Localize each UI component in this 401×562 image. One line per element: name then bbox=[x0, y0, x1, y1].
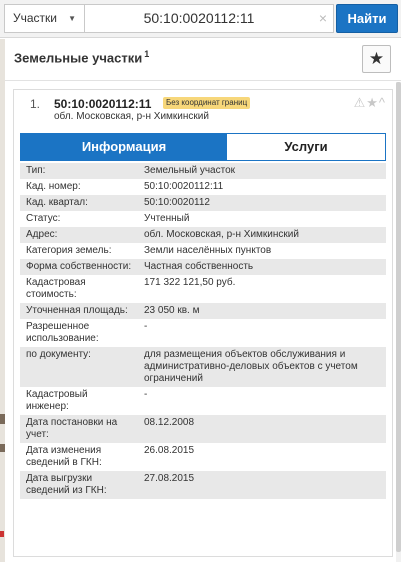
row-label: Тип: bbox=[20, 163, 138, 179]
map-mark bbox=[0, 444, 5, 452]
map-mark bbox=[0, 414, 5, 424]
row-label: по документу: bbox=[20, 347, 138, 387]
table-row: Дата выгрузки сведений из ГКН: 27.08.2015 bbox=[20, 471, 386, 499]
tab-services[interactable]: Услуги bbox=[227, 134, 385, 160]
result-count: 1 bbox=[144, 49, 150, 59]
table-row: Кад. номер: 50:10:0020112:11 bbox=[20, 179, 386, 195]
table-row: Разрешенное использование: - bbox=[20, 319, 386, 347]
row-label: Кадастровый инженер: bbox=[20, 387, 138, 415]
chevron-down-icon: ▼ bbox=[68, 14, 76, 23]
search-query: 50:10:0020112:11 bbox=[143, 10, 255, 26]
row-value: для размещения объектов обслуживания и а… bbox=[138, 347, 386, 387]
clear-icon[interactable]: × bbox=[319, 5, 327, 32]
object-type-select[interactable]: Участки ▼ bbox=[4, 4, 84, 33]
row-value: 27.08.2015 bbox=[138, 471, 386, 499]
info-table: Тип: Земельный участок Кад. номер: 50:10:00… bbox=[20, 163, 386, 499]
section-title-text: Земельные участки bbox=[14, 50, 143, 66]
row-label: Кад. номер: bbox=[20, 179, 138, 195]
table-row: Категория земель: Земли населённых пункто… bbox=[20, 243, 386, 259]
map-mark bbox=[0, 531, 4, 537]
row-value: обл. Московская, р-н Химкинский bbox=[138, 227, 386, 243]
section-title: Земельные участки 1 bbox=[14, 49, 149, 65]
search-input[interactable]: 50:10:0020112:11 × bbox=[84, 4, 334, 33]
row-value: Земли населённых пунктов bbox=[138, 243, 386, 259]
row-value: 23 050 кв. м bbox=[138, 303, 386, 319]
row-label: Дата выгрузки сведений из ГКН: bbox=[20, 471, 138, 499]
row-label: Разрешенное использование: bbox=[20, 319, 138, 347]
table-row: Кад. квартал: 50:10:0020112 bbox=[20, 195, 386, 211]
row-label: Кадастровая стоимость: bbox=[20, 275, 138, 303]
row-label: Статус: bbox=[20, 211, 138, 227]
table-row: Дата постановки на учет: 08.12.2008 bbox=[20, 415, 386, 443]
result-index: 1. bbox=[30, 97, 41, 111]
row-label: Кад. квартал: bbox=[20, 195, 138, 211]
tabs: Информация Услуги bbox=[20, 133, 386, 161]
table-row: Дата изменения сведений в ГКН: 26.08.2015 bbox=[20, 443, 386, 471]
row-value: - bbox=[138, 387, 386, 415]
row-label: Уточненная площадь: bbox=[20, 303, 138, 319]
object-type-label: Участки bbox=[13, 11, 57, 25]
card-tools-icons[interactable]: ⚠★^ bbox=[354, 95, 386, 111]
favorite-button[interactable]: ★ bbox=[362, 45, 391, 73]
row-value: 26.08.2015 bbox=[138, 443, 386, 471]
table-row: Кадастровая стоимость: 171 322 121,50 руб… bbox=[20, 275, 386, 303]
cadastral-number[interactable]: 50:10:0020112:11 bbox=[54, 97, 151, 111]
table-row: Кадастровый инженер: - bbox=[20, 387, 386, 415]
map-strip bbox=[0, 39, 5, 562]
row-value: Частная собственность bbox=[138, 259, 386, 275]
row-label: Дата постановки на учет: bbox=[20, 415, 138, 443]
scrollbar-thumb[interactable] bbox=[396, 82, 401, 552]
search-bar: Участки ▼ 50:10:0020112:11 × Найти bbox=[0, 0, 401, 38]
row-label: Дата изменения сведений в ГКН: bbox=[20, 443, 138, 471]
star-icon: ★ bbox=[368, 49, 385, 68]
row-value: Земельный участок bbox=[138, 163, 386, 179]
row-value: - bbox=[138, 319, 386, 347]
row-value: 171 322 121,50 руб. bbox=[138, 275, 386, 303]
table-row: Адрес: обл. Московская, р-н Химкинский bbox=[20, 227, 386, 243]
tab-info[interactable]: Информация bbox=[21, 134, 227, 160]
row-value[interactable]: 50:10:0020112:11 bbox=[138, 179, 386, 195]
result-card[interactable]: 1. 50:10:0020112:11 Без координат границ… bbox=[13, 89, 393, 557]
status-badge: Без координат границ bbox=[163, 97, 251, 109]
scrollbar[interactable] bbox=[396, 82, 401, 562]
row-label: Адрес: bbox=[20, 227, 138, 243]
row-value: 08.12.2008 bbox=[138, 415, 386, 443]
card-address: обл. Московская, р-н Химкинский bbox=[54, 111, 209, 122]
row-label: Категория земель: bbox=[20, 243, 138, 259]
table-row: Статус: Учтенный bbox=[20, 211, 386, 227]
table-row: по документу: для размещения объектов обс… bbox=[20, 347, 386, 387]
table-row: Форма собственности: Частная собственност… bbox=[20, 259, 386, 275]
row-value[interactable]: 50:10:0020112 bbox=[138, 195, 386, 211]
table-row: Уточненная площадь: 23 050 кв. м bbox=[20, 303, 386, 319]
table-row: Тип: Земельный участок bbox=[20, 163, 386, 179]
row-label: Форма собственности: bbox=[20, 259, 138, 275]
row-value: Учтенный bbox=[138, 211, 386, 227]
find-button[interactable]: Найти bbox=[336, 4, 398, 33]
results-header: Земельные участки 1 ★ bbox=[5, 39, 401, 81]
